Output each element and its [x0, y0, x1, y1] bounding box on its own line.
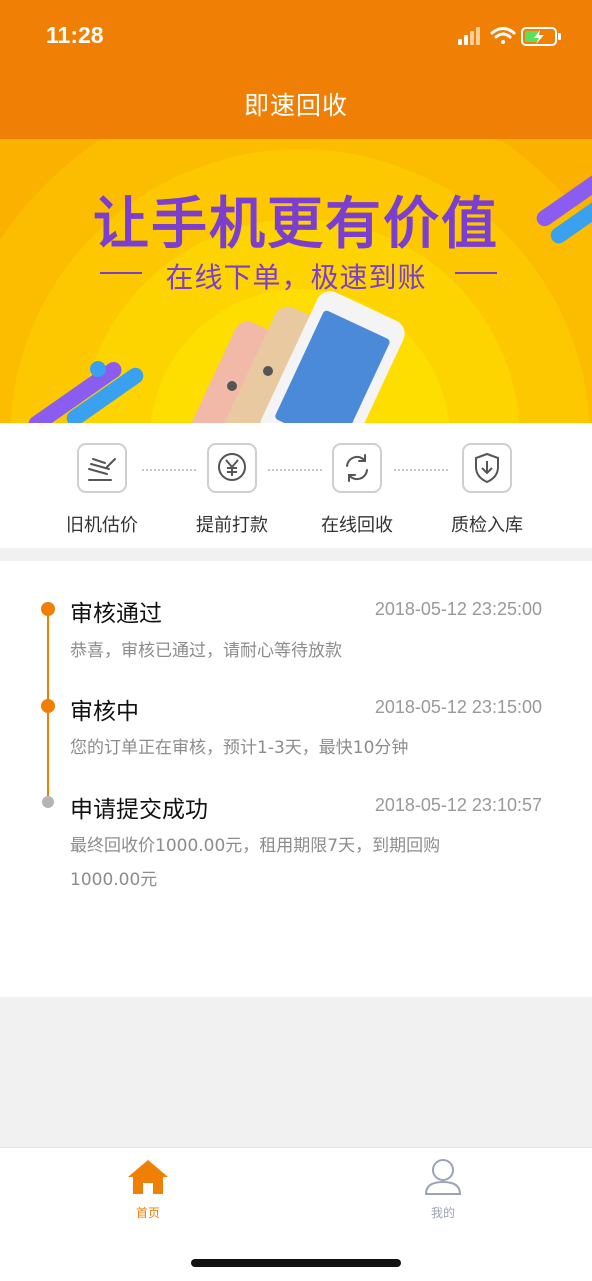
timeline-item-time: 2018-05-12 23:15:00 — [374, 697, 542, 717]
timeline-item-desc: 1000.00元 — [70, 870, 158, 890]
gavel-icon — [77, 443, 127, 493]
app-header: 11:28 即速回收 — [0, 0, 592, 139]
timeline-item-desc: 您的订单正在审核，预计1-3天，最快10分钟 — [70, 738, 409, 758]
page-title: 即速回收 — [243, 91, 348, 120]
timeline-item-desc: 恭喜，审核已通过，请耐心等待放款 — [70, 641, 342, 661]
step-label: 在线回收 — [321, 515, 393, 536]
timeline-item-title: 审核中 — [70, 699, 139, 725]
step-advance-payment[interactable]: 提前打款 — [182, 443, 282, 537]
step-quality-check[interactable]: 质检入库 — [437, 443, 537, 537]
banner-headline: 让手机更有价值 — [93, 192, 499, 257]
step-label: 质检入库 — [451, 515, 523, 536]
step-old-phone-estimate[interactable]: 旧机估价 — [52, 443, 152, 537]
step-label: 提前打款 — [196, 515, 268, 536]
yen-coin-icon — [207, 443, 257, 493]
wifi-icon — [490, 27, 516, 44]
shield-download-icon — [462, 443, 512, 493]
timeline-item-time: 2018-05-12 23:25:00 — [374, 599, 542, 619]
process-steps: 旧机估价 提前打款 在线回收 质检入库 — [0, 423, 592, 548]
timeline-dot-done — [42, 796, 54, 808]
tab-home-label: 首页 — [135, 1206, 160, 1220]
home-icon — [128, 1160, 168, 1194]
promo-banner[interactable]: 让手机更有价值 在线下单，极速到账 — [0, 139, 592, 423]
step-online-recycle[interactable]: 在线回收 — [307, 443, 407, 537]
tab-mine-label: 我的 — [430, 1206, 455, 1220]
home-indicator — [191, 1259, 401, 1267]
user-icon — [424, 1159, 462, 1195]
banner-subline: 在线下单，极速到账 — [165, 261, 427, 294]
status-time: 11:28 — [46, 22, 104, 48]
order-timeline: 审核通过 2018-05-12 23:25:00 恭喜，审核已通过，请耐心等待放… — [0, 561, 592, 997]
refresh-icon — [332, 443, 382, 493]
timeline-item-title: 申请提交成功 — [70, 797, 208, 823]
timeline-dot-active — [41, 602, 55, 616]
timeline-item-time: 2018-05-12 23:10:57 — [374, 795, 542, 815]
step-label: 旧机估价 — [66, 515, 138, 536]
status-icons — [458, 27, 561, 46]
tab-mine[interactable]: 我的 — [383, 1158, 503, 1221]
signal-icon — [458, 27, 480, 45]
battery-icon — [521, 27, 561, 46]
timeline-dot-active — [41, 699, 55, 713]
timeline-item-title: 审核通过 — [70, 601, 162, 627]
timeline-item-desc: 最终回收价1000.00元，租用期限7天，到期回购 — [70, 836, 441, 856]
tab-home[interactable]: 首页 — [88, 1158, 208, 1221]
